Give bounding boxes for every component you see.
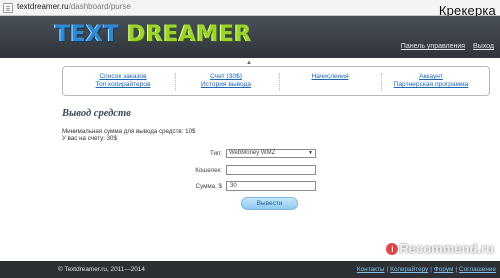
- amount-input[interactable]: 30: [226, 181, 316, 191]
- min-withdraw-text: Минимальная сумма для вывода средств: 10…: [62, 128, 196, 135]
- nav-account-link[interactable]: Аккаунт: [381, 73, 481, 81]
- type-label: Тип:: [209, 150, 222, 157]
- balance-text: У вас на счету: 30$: [62, 135, 117, 142]
- url-text[interactable]: textdreamer.ru/dashboard/purse: [17, 2, 131, 11]
- site-logo[interactable]: TEXT DREAMER: [55, 22, 252, 47]
- nav-withdraw-history-link[interactable]: История вывода: [176, 81, 276, 89]
- recommend-watermark: i Recommend.ru: [386, 241, 494, 256]
- page-title: Вывод средств: [62, 108, 131, 119]
- logo-word-text: TEXT: [55, 22, 120, 47]
- footer-separator: |: [386, 266, 389, 273]
- payment-type-select[interactable]: WebMoney WMZ ▼: [226, 149, 316, 158]
- footer-agreement-link[interactable]: Соглашение: [459, 266, 496, 273]
- amount-label: Сумма, $: [195, 183, 222, 190]
- site-footer: © Textdreamer.ru, 2011—2014 Контакты | Коп…: [0, 261, 500, 278]
- url-host: textdreamer.ru: [17, 2, 69, 11]
- nav-top-copywriters-link[interactable]: Топ копирайтеров: [73, 81, 173, 89]
- nav-col-profile: Аккаунт Партнерская программа: [381, 73, 481, 89]
- nav-orders-link[interactable]: Список заказов: [73, 73, 173, 81]
- nav-col-orders: Список заказов Топ копирайтеров: [73, 73, 173, 89]
- wallet-label: Кошелек:: [195, 167, 222, 174]
- site-header: TEXT DREAMER Панель управления Выход: [0, 16, 500, 58]
- footer-separator: |: [455, 266, 458, 273]
- footer-links: Контакты | Копирайтеру | Форум | Соглашение: [357, 266, 496, 273]
- header-links: Панель управления Выход: [395, 43, 494, 50]
- logout-link[interactable]: Выход: [473, 43, 494, 50]
- nav-col-accruals: Начисления: [280, 73, 380, 81]
- footer-copywriter-link[interactable]: Копирайтеру: [390, 266, 428, 273]
- browser-address-bar[interactable]: textdreamer.ru/dashboard/purse Крекерка: [0, 0, 500, 18]
- recommend-watermark-text: Recommend.ru: [399, 241, 494, 256]
- control-panel-link[interactable]: Панель управления: [401, 43, 465, 50]
- payment-type-value: WebMoney WMZ: [229, 150, 276, 156]
- withdraw-button[interactable]: Вывести: [241, 197, 298, 210]
- page-icon: [3, 3, 13, 13]
- dashboard-nav: Список заказов Топ копирайтеров Счет (30…: [62, 66, 490, 96]
- nav-affiliate-link[interactable]: Партнерская программа: [381, 81, 481, 89]
- footer-forum-link[interactable]: Форум: [434, 266, 453, 273]
- footer-copyright: © Textdreamer.ru, 2011—2014: [58, 266, 145, 273]
- nav-balance-link[interactable]: Счет (30$): [176, 73, 276, 81]
- logo-word-dreamer: DREAMER: [127, 22, 252, 47]
- url-path: /dashboard/purse: [68, 2, 131, 11]
- chevron-down-icon: ▼: [308, 150, 313, 156]
- recommend-logo-icon: i: [386, 243, 399, 255]
- footer-contacts-link[interactable]: Контакты: [357, 266, 385, 273]
- footer-separator: |: [430, 266, 432, 273]
- wallet-input[interactable]: [226, 165, 316, 175]
- nav-accruals-link[interactable]: Начисления: [280, 73, 380, 81]
- nav-col-account: Счет (30$) История вывода: [176, 73, 276, 89]
